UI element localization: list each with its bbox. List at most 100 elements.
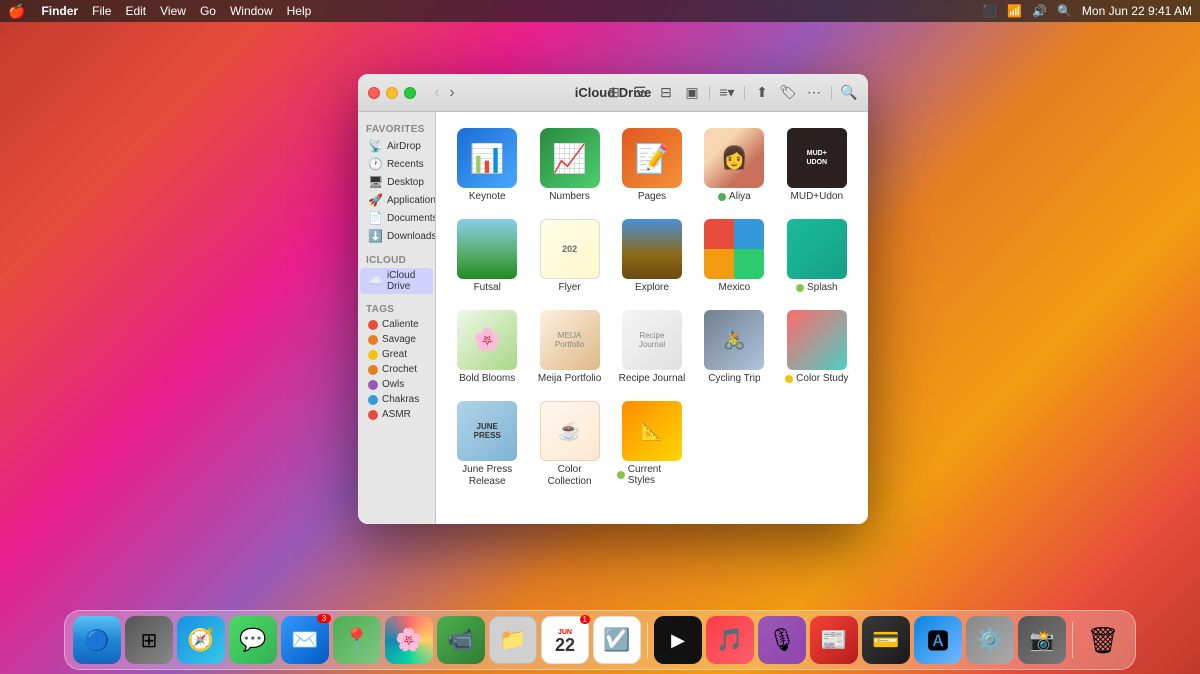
dock-messages[interactable]: 💬 (229, 616, 277, 664)
dock-appstore[interactable]: 🅰 (914, 616, 962, 664)
file-mexico[interactable]: Mexico (695, 215, 773, 298)
mexico-thumb (704, 219, 764, 279)
back-button[interactable]: ‹ (432, 84, 441, 102)
dock-reminders[interactable]: ☑️ (593, 616, 641, 664)
icon-view-button[interactable]: ⊞ (603, 82, 625, 104)
applications-icon: 🚀 (368, 193, 383, 207)
sidebar-tag-asmr[interactable]: ASMR (360, 407, 433, 422)
list-view-button[interactable]: ☰ (629, 82, 651, 104)
menubar-app-name[interactable]: Finder (41, 4, 78, 18)
sidebar-tag-owls[interactable]: Owls (360, 377, 433, 392)
menubar-edit[interactable]: Edit (125, 4, 146, 18)
dock-photos[interactable]: 🌸 (385, 616, 433, 664)
sidebar-tag-crochet[interactable]: Crochet (360, 362, 433, 377)
window-minimize-button[interactable] (386, 87, 398, 99)
apple-menu[interactable]: 🍎 (8, 3, 25, 20)
sidebar-item-desktop[interactable]: 🖥 Desktop (360, 173, 433, 191)
file-explore[interactable]: Explore (613, 215, 691, 298)
file-recipe[interactable]: RecipeJournal Recipe Journal (613, 306, 691, 389)
file-color-study[interactable]: Color Study (778, 306, 856, 389)
sidebar-tag-caliente[interactable]: Caliente (360, 317, 433, 332)
dock-screenshot[interactable]: 📸 (1018, 616, 1066, 664)
menubar-file[interactable]: File (92, 4, 111, 18)
chakras-dot (368, 395, 378, 405)
file-aliya[interactable]: 👩 Aliya (695, 124, 773, 207)
dock-syspreferences[interactable]: ⚙️ (966, 616, 1014, 664)
finder-sidebar: Favorites 📡 AirDrop 🕐 Recents 🖥 Desktop … (358, 112, 436, 524)
pages-name: Pages (638, 191, 666, 203)
finder-body: Favorites 📡 AirDrop 🕐 Recents 🖥 Desktop … (358, 112, 868, 524)
color-study-name: Color Study (796, 373, 848, 384)
file-splash[interactable]: Splash (778, 215, 856, 298)
crochet-label: Crochet (382, 364, 417, 375)
dock-launchpad[interactable]: ⊞ (125, 616, 173, 664)
file-flyer[interactable]: 202 Flyer (530, 215, 608, 298)
gallery-view-button[interactable]: ▣ (681, 82, 703, 104)
search-icon[interactable]: 🔍 (1057, 4, 1072, 18)
forward-button[interactable]: › (447, 84, 456, 102)
podcasts-icon: 🎙 (768, 627, 796, 653)
file-keynote[interactable]: 📊 Keynote (448, 124, 526, 207)
dock-podcasts[interactable]: 🎙 (758, 616, 806, 664)
menubar-go[interactable]: Go (200, 4, 216, 18)
file-color-collection[interactable]: ☕ Color Collection (530, 397, 608, 492)
dock-mail[interactable]: ✉️ 3 (281, 616, 329, 664)
sidebar-item-airdrop[interactable]: 📡 AirDrop (360, 137, 433, 155)
finder-content[interactable]: 📊 Keynote 📈 Numbers 📝 (436, 112, 868, 524)
sidebar-item-recents[interactable]: 🕐 Recents (360, 155, 433, 173)
owls-dot (368, 380, 378, 390)
window-close-button[interactable] (368, 87, 380, 99)
sidebar-tag-great[interactable]: Great (360, 347, 433, 362)
window-maximize-button[interactable] (404, 87, 416, 99)
dock-facetime[interactable]: 📹 (437, 616, 485, 664)
favorites-label: Favorites (358, 120, 435, 137)
sidebar-tag-savage[interactable]: Savage (360, 332, 433, 347)
dock-music[interactable]: 🎵 (706, 616, 754, 664)
more-button[interactable]: ⋯ (803, 82, 825, 104)
dock-files[interactable]: 📁 (489, 616, 537, 664)
sidebar-item-applications[interactable]: 🚀 Applications (360, 191, 433, 209)
meija-name: Meija Portfolio (538, 373, 601, 385)
file-pages[interactable]: 📝 Pages (613, 124, 691, 207)
recipe-name: Recipe Journal (619, 373, 686, 385)
dock-news[interactable]: 📰 (810, 616, 858, 664)
sidebar-item-downloads[interactable]: ⬇️ Downloads (360, 227, 433, 245)
sort-button[interactable]: ≡▾ (716, 82, 738, 104)
file-futsal[interactable]: Futsal (448, 215, 526, 298)
dock-wallet[interactable]: 💳 (862, 616, 910, 664)
numbers-thumb: 📈 (540, 128, 600, 188)
tags-label: Tags (358, 300, 435, 317)
file-meija[interactable]: MEIJAPortfolio Meija Portfolio (530, 306, 608, 389)
menubar-view[interactable]: View (160, 4, 186, 18)
dock-safari[interactable]: 🧭 (177, 616, 225, 664)
file-cycling[interactable]: 🚴 Cycling Trip (695, 306, 773, 389)
caliente-dot (368, 320, 378, 330)
file-bold-blooms[interactable]: 🌸 Bold Blooms (448, 306, 526, 389)
dock-appletv[interactable]: ▶ (654, 616, 702, 664)
dock-calendar[interactable]: JUN 22 1 (541, 616, 589, 664)
menubar-window[interactable]: Window (230, 4, 273, 18)
dock-maps[interactable]: 📍 (333, 616, 381, 664)
sidebar-item-documents[interactable]: 📄 Documents (360, 209, 433, 227)
search-button[interactable]: 🔍 (838, 82, 860, 104)
tag-button[interactable]: 🏷 (777, 82, 799, 104)
file-numbers[interactable]: 📈 Numbers (530, 124, 608, 207)
sidebar-item-icloud-drive[interactable]: ☁️ iCloud Drive (360, 268, 433, 294)
share-button[interactable]: ⬆ (751, 82, 773, 104)
file-mud-udon[interactable]: MUD+UDON MUD+Udon (778, 124, 856, 207)
downloads-icon: ⬇️ (368, 229, 383, 243)
column-view-button[interactable]: ⊟ (655, 82, 677, 104)
explore-name: Explore (635, 282, 669, 294)
dock-trash[interactable]: 🗑 (1079, 616, 1127, 664)
launchpad-icon: ⊞ (141, 628, 158, 653)
finder-titlebar: ‹ › iCloud Drive ⊞ ☰ ⊟ ▣ ≡▾ ⬆ 🏷 ⋯ 🔍 (358, 74, 868, 112)
recents-icon: 🕐 (368, 157, 383, 171)
sidebar-tag-chakras[interactable]: Chakras (360, 392, 433, 407)
file-current-styles[interactable]: 📐 Current Styles (613, 397, 691, 492)
dock-finder[interactable]: 🔵 (73, 616, 121, 664)
current-styles-thumb: 📐 (622, 401, 682, 461)
file-june-press[interactable]: JUNEPRESS June Press Release (448, 397, 526, 492)
color-study-thumb (787, 310, 847, 370)
sidebar-item-documents-label: Documents (387, 213, 436, 224)
menubar-help[interactable]: Help (287, 4, 312, 18)
